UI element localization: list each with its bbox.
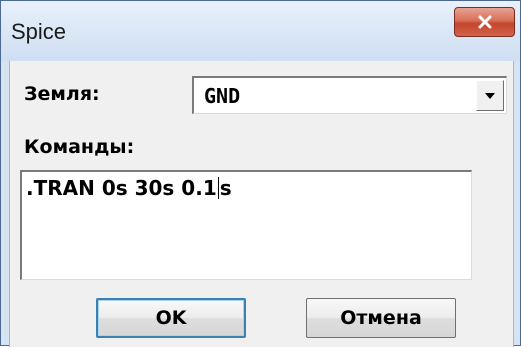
cancel-button[interactable]: Отмена [306,298,456,338]
commands-text-before-caret: .TRAN 0s 30s 0.1 [26,176,217,200]
close-button[interactable] [454,7,515,37]
commands-text-after-caret: s [219,176,232,200]
dialog-body: Земля: GND Команды: .TRAN 0s 30s 0.1 s OK… [9,61,514,347]
ground-label: Земля: [24,83,100,105]
spice-dialog: Spice Земля: GND Команды: .TRAN 0s 30s 0… [0,0,521,347]
ok-button[interactable]: OK [96,298,246,338]
ground-select-value: GND [204,84,241,108]
close-x-icon [477,14,493,30]
commands-text: .TRAN 0s 30s 0.1 s [26,176,232,200]
ground-dropdown-button[interactable] [476,80,504,111]
window-title: Spice [11,19,67,44]
text-caret [217,177,219,199]
title-bar[interactable]: Spice [1,1,520,61]
ground-select[interactable]: GND [192,76,507,114]
commands-label: Команды: [24,136,135,158]
chevron-down-icon [484,87,496,105]
commands-textarea[interactable]: .TRAN 0s 30s 0.1 s [20,170,472,280]
